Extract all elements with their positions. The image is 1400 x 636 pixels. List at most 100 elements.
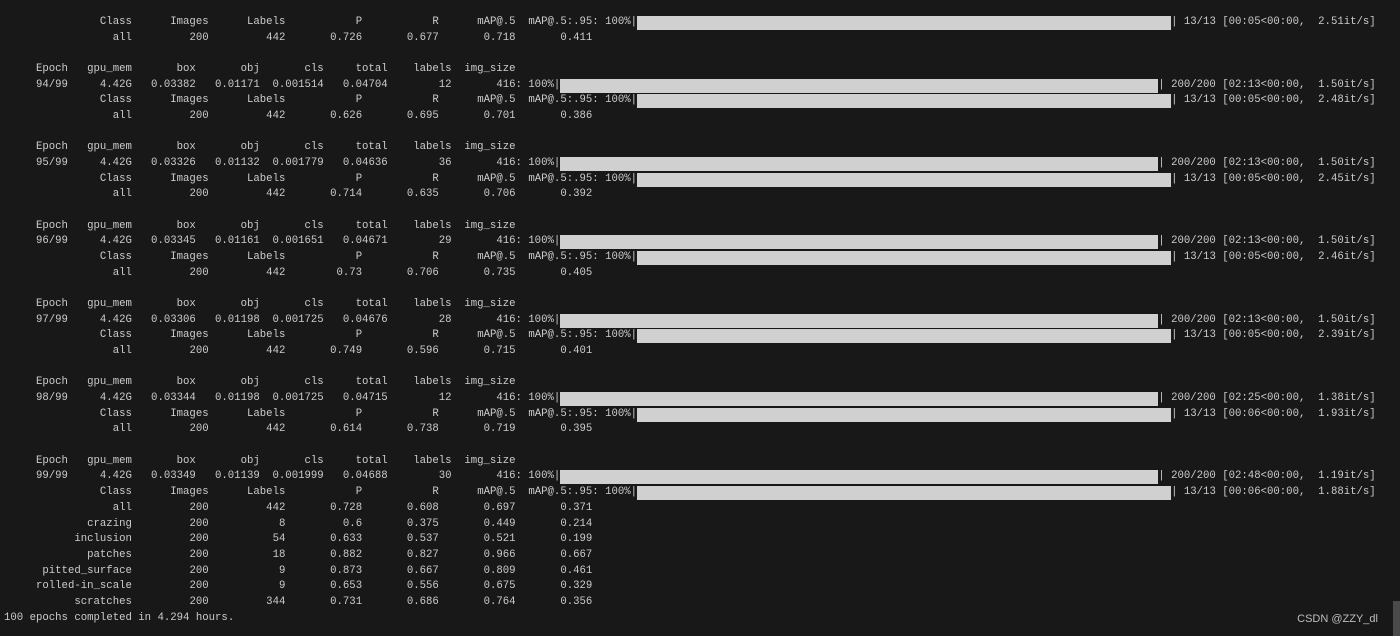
val-cell: 0.726: [330, 31, 363, 44]
val-cell: 18: [272, 548, 286, 561]
summary-line: 100 epochs completed in 4.294 hours.: [4, 611, 1400, 627]
column-header: mAP@.5:.95: [528, 251, 593, 264]
column-header: R: [432, 94, 439, 107]
column-header: Class: [99, 16, 132, 28]
val-cell: 0.449: [483, 517, 516, 530]
column-header: mAP@.5:.95: [528, 16, 593, 28]
train-progress-text: 200/200 [02:13<00:00, 1.50it/s]: [1158, 78, 1376, 94]
progress-percent: : 100%|: [592, 486, 638, 499]
val-progress-bar: [637, 329, 1172, 344]
terminal-output: Class Images Labels P RmAP@.5 mAP@.5:.95: 100…: [4, 15, 1400, 626]
val-cell: 200: [189, 501, 209, 514]
train-row: 97/99 4.42G 0.03306 0.01198 0.001725 0.04676 2…: [4, 313, 1400, 329]
column-header: Epoch: [35, 376, 68, 389]
val-cell: 54: [272, 533, 286, 546]
progress-percent: : 100%|: [515, 78, 561, 91]
val-progress-bar: [637, 172, 1172, 187]
val-cell: 0.882: [330, 548, 363, 561]
train-cell: 12: [438, 392, 452, 405]
scrollbar-thumb[interactable]: [1393, 601, 1400, 636]
val-cell: 0.395: [560, 423, 593, 436]
val-cell: 200: [189, 533, 209, 546]
column-header: R: [432, 486, 439, 499]
val-progress-text: 13/13 [00:05<00:00, 2.46it/s]: [1171, 250, 1376, 266]
val-result-row: rolled-in_scale 200 9 0.653 0.556 0.675 0.329: [4, 579, 1400, 595]
val-progress-bar: [637, 250, 1172, 265]
train-row: 95/99 4.42G 0.03326 0.01132 0.001779 0.04636 3…: [4, 156, 1400, 172]
train-header-row: Epoch gpu_mem box obj cls total labels img_size: [4, 297, 1400, 313]
column-header: Images: [170, 16, 209, 28]
train-cell: 0.04704: [342, 78, 388, 91]
val-cell: 0.556: [406, 580, 439, 593]
val-cell: 8: [278, 517, 286, 530]
val-result-row: all 200 442 0.73 0.706 0.735 0.405: [4, 266, 1400, 282]
val-cell: 442: [266, 188, 286, 201]
column-header: mAP@.5: [477, 251, 516, 264]
column-header: gpu_mem: [87, 63, 132, 76]
column-header: cls: [304, 376, 324, 389]
column-header: R: [432, 407, 439, 420]
train-progress-text: 200/200 [02:25<00:00, 1.38it/s]: [1158, 391, 1376, 407]
val-cell: 0.728: [330, 501, 363, 514]
column-header: obj: [240, 454, 260, 467]
train-progress-bar: [560, 78, 1159, 93]
val-cell: 0.738: [406, 423, 439, 436]
column-header: Class: [99, 94, 132, 107]
train-cell: 96/99: [35, 235, 68, 248]
val-cell: 0.731: [330, 595, 363, 608]
val-cell: all: [112, 423, 132, 436]
train-progress-text: 200/200 [02:13<00:00, 1.50it/s]: [1158, 156, 1376, 172]
train-cell: 4.42G: [99, 157, 132, 170]
val-cell: 0.695: [406, 110, 439, 123]
val-cell: all: [112, 188, 132, 201]
column-header: Images: [170, 94, 209, 107]
column-header: cls: [304, 141, 324, 154]
val-cell: 0.697: [483, 501, 516, 514]
train-cell: 416: [496, 235, 516, 248]
val-cell: 0.719: [483, 423, 516, 436]
val-result-row: scratches 200 344 0.731 0.686 0.764 0.356: [4, 595, 1400, 611]
train-cell: 0.03349: [151, 470, 196, 483]
val-cell: 0.827: [406, 548, 439, 561]
column-header: box: [176, 376, 196, 389]
progress-percent: : 100%|: [515, 392, 561, 405]
column-header: gpu_mem: [87, 376, 132, 389]
train-cell: 0.03344: [151, 392, 196, 405]
train-cell: 30: [438, 470, 452, 483]
column-header: cls: [304, 63, 324, 76]
val-cell: 0.329: [560, 580, 593, 593]
val-result-row: all 200 442 0.626 0.695 0.701 0.386: [4, 109, 1400, 125]
column-header: Epoch: [35, 298, 68, 311]
column-header: mAP@.5: [477, 16, 516, 28]
train-cell: 0.01161: [214, 235, 260, 248]
train-cell: 0.03345: [151, 235, 196, 248]
progress-percent: : 100%|: [592, 329, 638, 342]
train-cell: 416: [496, 392, 516, 405]
column-header: box: [176, 219, 196, 232]
val-progress-text: 13/13 [00:05<00:00, 2.39it/s]: [1171, 328, 1376, 344]
val-cell: 0.735: [483, 266, 516, 279]
train-progress-text: 200/200 [02:13<00:00, 1.50it/s]: [1158, 313, 1376, 329]
val-cell: all: [112, 31, 132, 44]
column-header: Epoch: [35, 454, 68, 467]
val-cell: 0.356: [560, 595, 593, 608]
train-cell: 0.01132: [214, 157, 260, 170]
val-cell: 442: [266, 501, 286, 514]
column-header: R: [432, 329, 439, 342]
column-header: Images: [170, 329, 209, 342]
column-header: img_size: [464, 376, 516, 389]
val-progress-text: 13/13 [00:05<00:00, 2.51it/s]: [1171, 15, 1376, 31]
val-cell: 0.653: [330, 580, 363, 593]
val-cell: 200: [189, 517, 209, 530]
column-header: total: [355, 219, 388, 232]
val-cell: 0.714: [330, 188, 363, 201]
column-header: Labels: [246, 172, 286, 185]
progress-percent: : 100%|: [592, 407, 638, 420]
column-header: Class: [99, 172, 132, 185]
val-cell: 0.635: [406, 188, 439, 201]
train-cell: 0.03306: [151, 313, 196, 326]
val-cell: all: [112, 266, 132, 279]
val-cell: 0.199: [560, 533, 593, 546]
